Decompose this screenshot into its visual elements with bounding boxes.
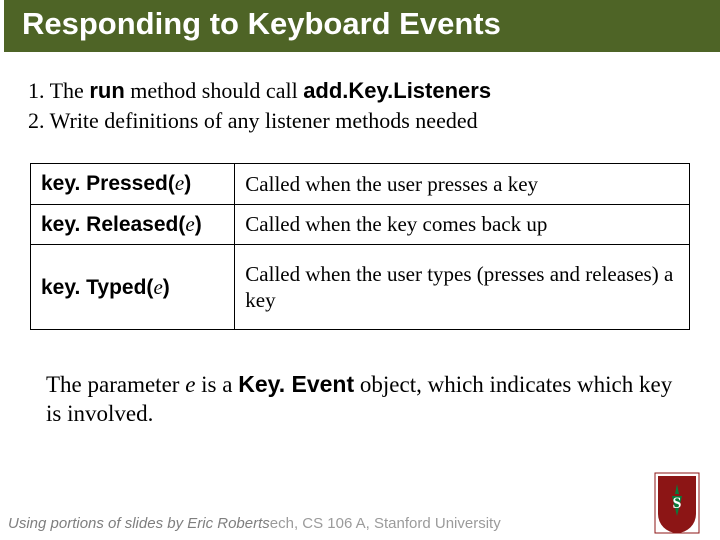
method-cell: key. Pressed(e) — [31, 164, 235, 204]
methods-table-wrap: key. Pressed(e) Called when the user pre… — [28, 163, 692, 330]
method-param: e — [153, 275, 162, 299]
stanford-logo-icon: S — [654, 472, 700, 534]
method-close: ) — [184, 172, 191, 195]
title-bar: Responding to Keyboard Events — [4, 0, 720, 52]
method-close: ) — [163, 276, 170, 299]
table-row: key. Typed(e) Called when the user types… — [31, 244, 690, 330]
step-1-code-addkey: add.Key.Listeners — [303, 78, 491, 103]
table-row: key. Pressed(e) Called when the user pre… — [31, 164, 690, 204]
step-1-code-run: run — [89, 78, 124, 103]
svg-text:S: S — [673, 495, 682, 512]
footer: Using portions of slides by Eric Roberts… — [8, 515, 712, 532]
method-param: e — [185, 212, 194, 236]
slide-content: 1. The run method should call add.Key.Li… — [0, 52, 720, 429]
desc-cell: Called when the user presses a key — [235, 164, 690, 204]
step-1: 1. The run method should call add.Key.Li… — [28, 76, 692, 106]
method-name: key. Pressed( — [41, 172, 175, 195]
desc-cell: Called when the key comes back up — [235, 204, 690, 244]
step-2: 2. Write definitions of any listener met… — [28, 106, 692, 136]
para-code: Key. Event — [238, 371, 354, 397]
para-param: e — [185, 372, 195, 397]
step-1-prefix: 1. The — [28, 78, 89, 103]
slide-title: Responding to Keyboard Events — [22, 6, 501, 41]
para-pre: The parameter — [46, 372, 185, 397]
method-cell: key. Typed(e) — [31, 244, 235, 330]
desc-cell: Called when the user types (presses and … — [235, 244, 690, 330]
method-param: e — [175, 171, 184, 195]
method-name: key. Released( — [41, 213, 185, 236]
paragraph: The parameter e is a Key. Event object, … — [46, 370, 674, 429]
table-row: key. Released(e) Called when the key com… — [31, 204, 690, 244]
footer-credit: Using portions of slides by Eric Roberts — [8, 515, 270, 532]
method-name: key. Typed( — [41, 276, 153, 299]
para-mid: is a — [195, 372, 238, 397]
footer-course-overlap: ech, CS 106 A, Stanford University — [270, 515, 501, 532]
method-cell: key. Released(e) — [31, 204, 235, 244]
method-close: ) — [195, 213, 202, 236]
step-1-mid: method should call — [125, 78, 303, 103]
methods-table: key. Pressed(e) Called when the user pre… — [30, 163, 690, 330]
